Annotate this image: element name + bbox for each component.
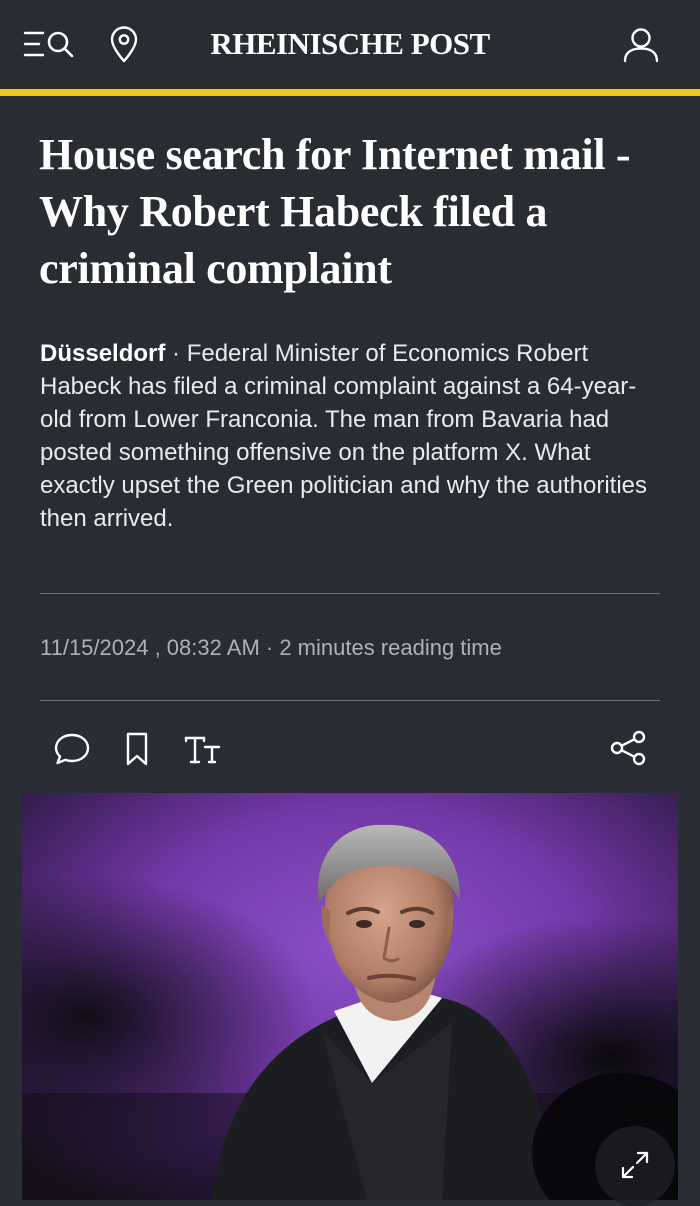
header-accent-bar [0,89,700,96]
expand-image-button[interactable] [595,1126,675,1206]
site-header: RHEINISCHE POST [0,0,700,89]
dateline: Düsseldorf [40,340,166,367]
text-size-icon[interactable] [184,731,224,767]
site-logo[interactable]: RHEINISCHE POST [0,26,700,62]
dateline-separator: · [165,340,187,367]
divider [40,700,660,701]
expand-icon [621,1151,649,1179]
article-headline: House search for Internet mail - Why Rob… [39,130,631,293]
article-meta: 11/15/2024 , 08:32 AM · 2 minutes readin… [40,635,502,660]
comment-icon[interactable] [53,731,91,767]
article-photo[interactable] [22,793,678,1200]
user-icon[interactable] [622,27,660,63]
share-icon[interactable] [608,729,648,767]
bookmark-icon[interactable] [125,731,149,767]
lead-text: Federal Minister of Economics Robert Hab… [40,340,648,532]
article-lead: Düsseldorf · Federal Minister of Economi… [40,337,662,535]
photo-margin [678,793,700,1200]
photo-margin [0,793,22,1200]
divider [40,593,660,594]
